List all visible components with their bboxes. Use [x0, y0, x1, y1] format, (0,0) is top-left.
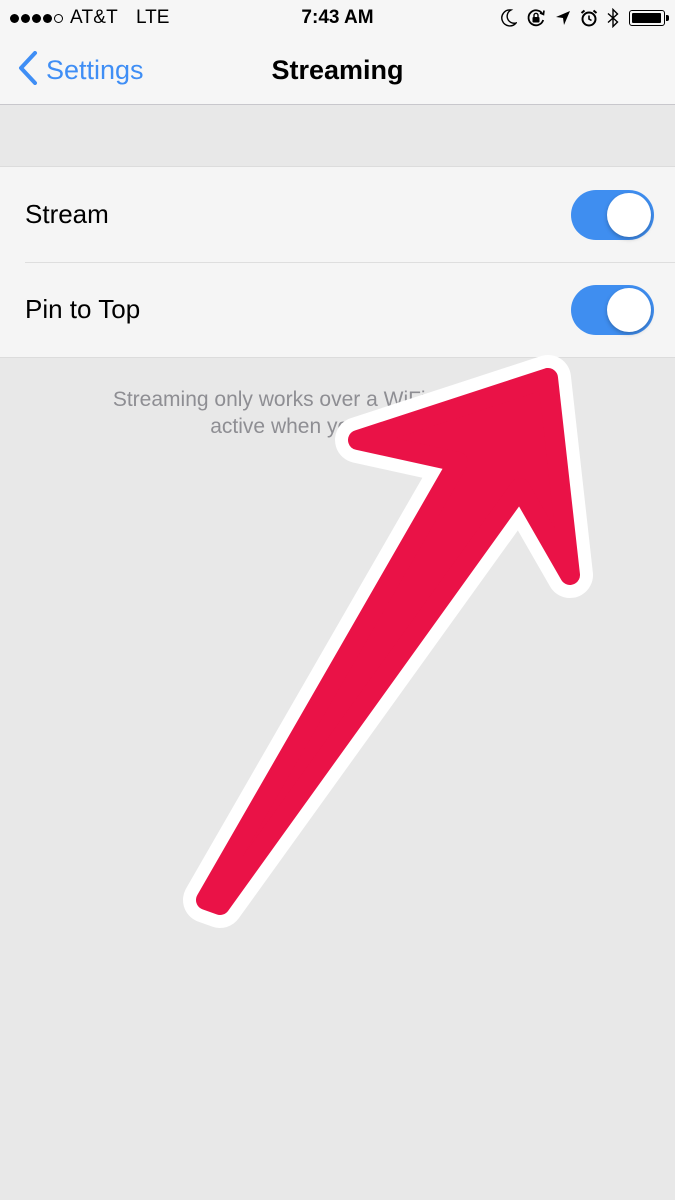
pin-to-top-toggle[interactable] [571, 285, 654, 335]
footer-note-line: active when you are at th… [210, 415, 465, 438]
status-right [492, 6, 669, 30]
status-bar: AT&T LTE 7:43 AM [0, 0, 675, 36]
navigation-bar: Settings Streaming [0, 36, 675, 105]
setting-label-stream: Stream [25, 199, 109, 229]
alarm-clock-icon [580, 9, 598, 27]
stream-toggle[interactable] [571, 190, 654, 240]
orientation-lock-icon [526, 8, 546, 28]
setting-label-pin-to-top: Pin to Top [25, 294, 141, 324]
toggle-knob [607, 193, 651, 237]
setting-row-pin-to-top: Pin to Top [0, 262, 675, 357]
footer-note: Streaming only works over a WiFi netw… i… [25, 386, 650, 440]
battery-level [632, 13, 661, 23]
page-title: Streaming [271, 55, 404, 85]
location-arrow-icon [555, 10, 571, 26]
toggle-knob [607, 288, 651, 332]
battery-icon [629, 10, 669, 26]
bluetooth-icon [607, 8, 619, 28]
settings-group: Stream Pin to Top [0, 166, 675, 358]
moon-icon [501, 9, 517, 27]
setting-row-stream: Stream [0, 167, 675, 262]
footer-note-line: Streaming only works over a WiFi netw… i… [112, 388, 563, 411]
